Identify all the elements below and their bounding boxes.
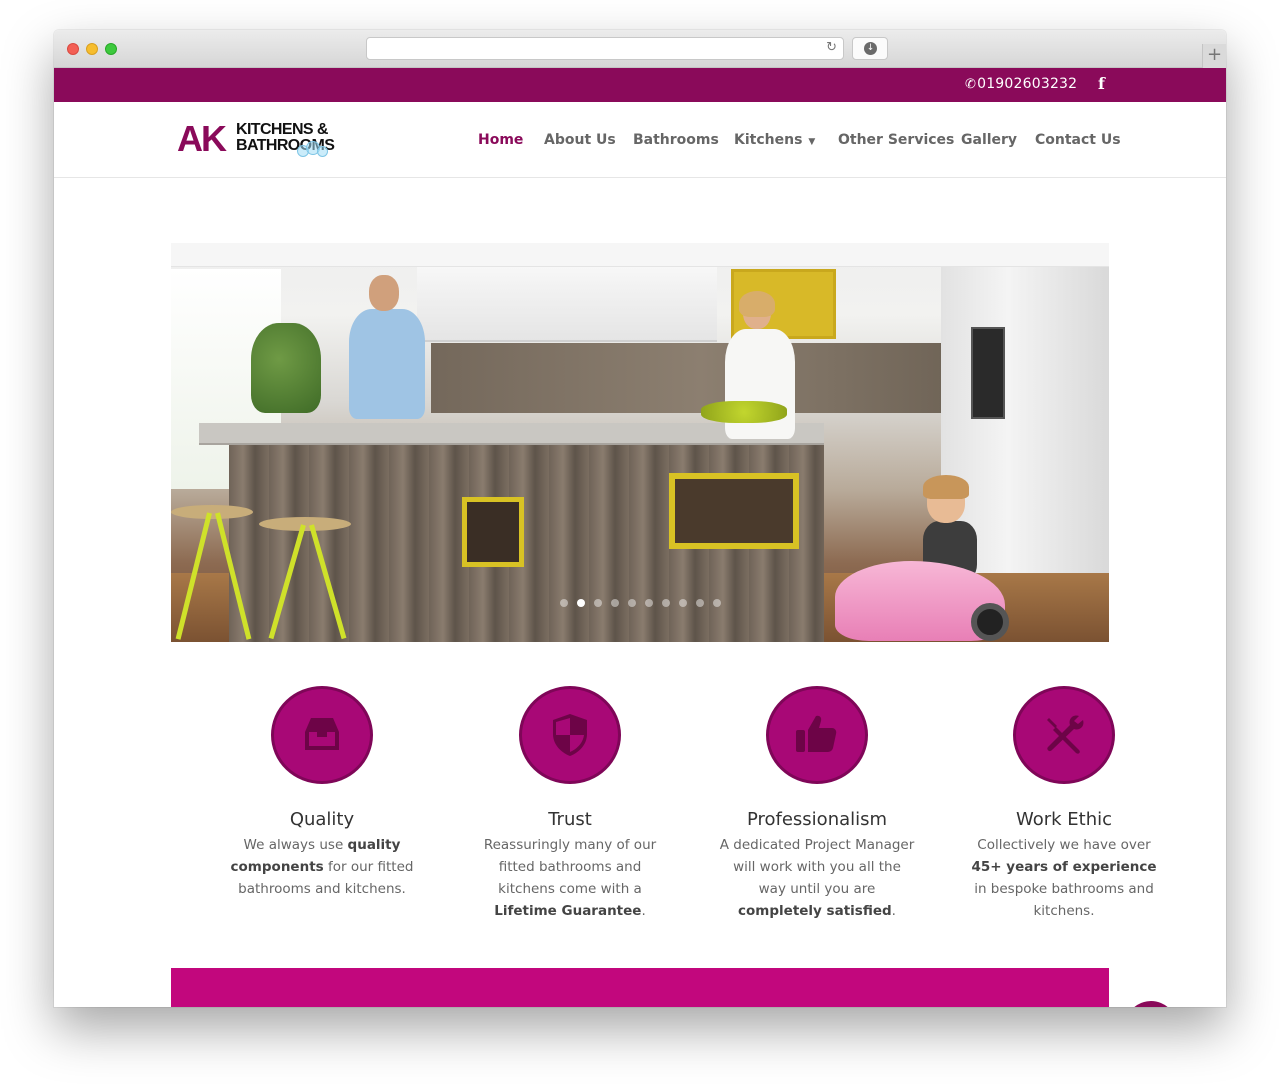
slider-dot[interactable] [696, 599, 704, 607]
hero-image-pears [701, 401, 787, 423]
nav-bathrooms[interactable]: Bathrooms [633, 132, 719, 148]
downloads-button[interactable]: ↓ [852, 37, 888, 60]
new-tab-button[interactable]: + [1202, 44, 1226, 68]
hero-image-book-niche [462, 497, 524, 567]
hero-image-oven [971, 327, 1005, 419]
address-bar[interactable]: ↻ [366, 37, 844, 60]
slider-dot[interactable] [594, 599, 602, 607]
browser-window: ↻ ↓ + ✆01902603232 f AK KITCHENS & BATHR… [54, 30, 1226, 1007]
wrench-screwdriver-icon [1013, 686, 1115, 784]
hero-image-man [341, 275, 431, 425]
hero-image-backsplash [431, 343, 971, 413]
slider-dot[interactable] [611, 599, 619, 607]
browser-toolbar: ↻ ↓ + [54, 30, 1226, 68]
feature-title: Professionalism [746, 809, 888, 830]
hero-image-upper-cabinet [417, 267, 717, 342]
download-icon: ↓ [864, 42, 877, 55]
reload-icon[interactable]: ↻ [826, 40, 837, 55]
hero-image-plant [251, 323, 321, 413]
feature-title: Work Ethic [1015, 809, 1113, 830]
slider-dot[interactable] [662, 599, 670, 607]
close-window-button[interactable] [67, 43, 79, 55]
thumbs-up-icon [766, 686, 868, 784]
feature-card: Work Ethic Collectively we have over 45+ … [966, 686, 1162, 922]
nav-kitchens-label: Kitchens [734, 132, 803, 148]
phone-icon: ✆ [965, 77, 977, 92]
slider-dot[interactable] [713, 599, 721, 607]
feature-description: Reassuringly many of our fitted bathroom… [483, 837, 657, 919]
feature-title: Quality [289, 809, 355, 830]
cta-band [171, 968, 1109, 1007]
facebook-icon[interactable]: f [1098, 74, 1105, 93]
hero-slider[interactable] [171, 243, 1109, 642]
feature-description: Collectively we have over 45+ years of e… [971, 837, 1157, 919]
slider-dot[interactable] [577, 599, 585, 607]
slider-dot[interactable] [560, 599, 568, 607]
hero-image-stool [171, 505, 253, 519]
feature-description: We always use quality components for our… [230, 837, 414, 897]
hero-image-ceiling [171, 243, 1109, 267]
minimize-window-button[interactable] [86, 43, 98, 55]
inbox-tray-icon [271, 686, 373, 784]
features-section: Quality We always use quality components … [171, 686, 1157, 946]
logo-line-1: KITCHENS & [236, 121, 328, 138]
site-logo[interactable]: AK KITCHENS & BATHROOMS [177, 118, 357, 160]
nav-gallery[interactable]: Gallery [961, 132, 1017, 148]
nav-home[interactable]: Home [478, 132, 523, 148]
feature-card: Quality We always use quality components … [224, 686, 420, 900]
feature-title: Trust [548, 809, 592, 830]
slider-dot[interactable] [645, 599, 653, 607]
slider-dot[interactable] [679, 599, 687, 607]
nav-about-us[interactable]: About Us [544, 132, 616, 148]
bubbles-icon [297, 139, 329, 159]
nav-kitchens[interactable]: Kitchens ▼ [734, 132, 815, 148]
phone-number: 01902603232 [977, 76, 1078, 92]
zoom-window-button[interactable] [105, 43, 117, 55]
hero-image-doll-niche [669, 473, 799, 549]
nav-other-services[interactable]: Other Services [838, 132, 954, 148]
chevron-down-icon: ▼ [808, 137, 816, 147]
feature-description: A dedicated Project Manager will work wi… [719, 837, 915, 919]
slider-pagination [560, 599, 721, 607]
logo-mark: AK [177, 118, 227, 159]
site-header: AK KITCHENS & BATHROOMS Home About Us Ba… [54, 102, 1226, 178]
top-bar: ✆01902603232 f [54, 68, 1226, 102]
slider-dot[interactable] [628, 599, 636, 607]
nav-contact-us[interactable]: Contact Us [1035, 132, 1121, 148]
feature-card: Professionalism A dedicated Project Manag… [719, 686, 915, 922]
chat-button[interactable] [1125, 1001, 1177, 1007]
feature-card: Trust Reassuringly many of our fitted bat… [472, 686, 668, 922]
phone-link[interactable]: ✆01902603232 [965, 76, 1077, 92]
hero-image-stool [259, 517, 351, 531]
shield-icon [519, 686, 621, 784]
